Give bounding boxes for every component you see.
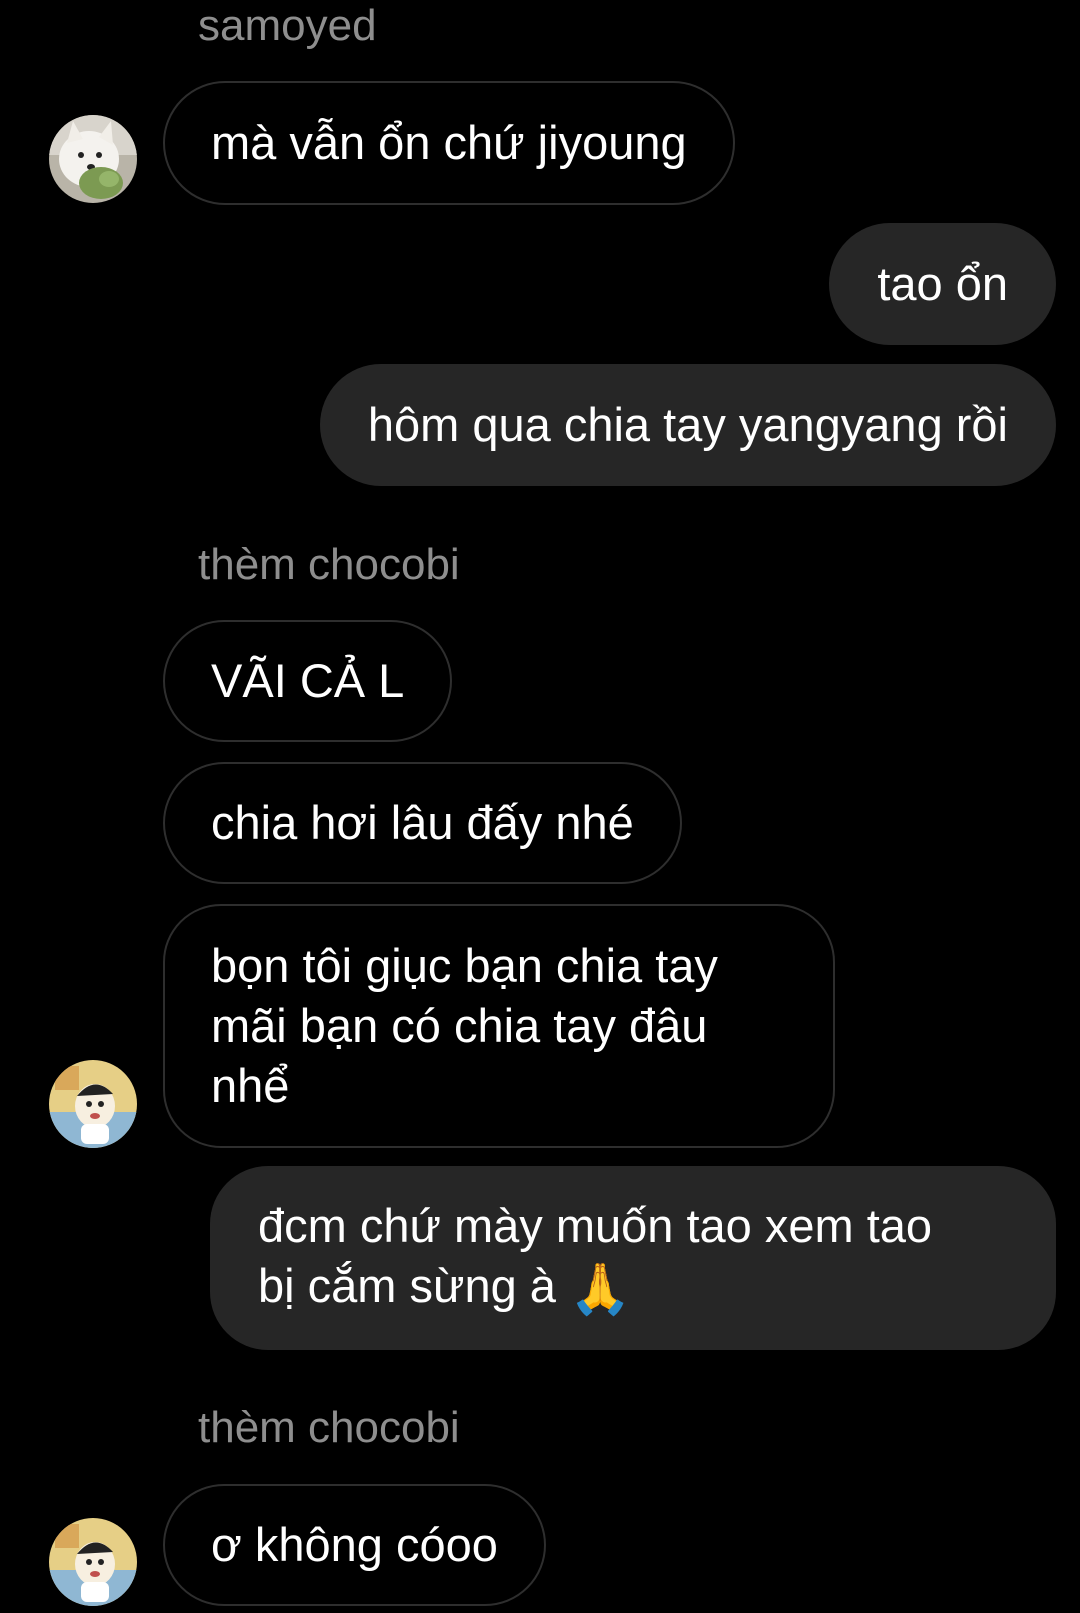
message-bubble[interactable]: tao ổn bbox=[829, 223, 1056, 345]
message-bubble[interactable]: mà vẫn ổn chứ jiyoung bbox=[163, 81, 735, 205]
message-text-line: mãi bạn có chia tay đâu bbox=[211, 999, 708, 1052]
avatar-them-chocobi[interactable] bbox=[49, 1060, 137, 1148]
folded-hands-icon: 🙏 bbox=[569, 1261, 632, 1317]
message-text: mà vẫn ổn chứ jiyoung bbox=[211, 116, 687, 169]
message-bubble[interactable]: bọn tôi giục bạn chia tay mãi bạn có chi… bbox=[163, 904, 835, 1148]
message-text-line: nhể bbox=[211, 1059, 290, 1112]
message-bubble[interactable]: VÃI CẢ L bbox=[163, 620, 453, 742]
message-text: chia hơi lâu đấy nhé bbox=[211, 796, 634, 849]
message-text: hôm qua chia tay yangyang rồi bbox=[367, 398, 1008, 451]
message-text: tao ổn bbox=[877, 257, 1008, 310]
sender-name-samoyed: samoyed bbox=[198, 1, 377, 50]
message-bubble[interactable]: hôm qua chia tay yangyang rồi bbox=[319, 364, 1056, 486]
message-text: ơ không cóoo bbox=[211, 1518, 498, 1571]
cartoon-avatar-icon bbox=[49, 1518, 137, 1606]
message-bubble[interactable]: ơ không cóoo bbox=[163, 1484, 546, 1606]
dog-avatar-icon bbox=[49, 115, 137, 203]
message-bubble[interactable]: đcm chứ mày muốn tao xem tao bị cắm sừng… bbox=[210, 1166, 1056, 1350]
avatar-them-chocobi[interactable] bbox=[49, 1518, 137, 1606]
message-text-line: đcm chứ mày muốn tao xem tao bbox=[258, 1199, 933, 1252]
message-text-line: bị cắm sừng à bbox=[258, 1259, 556, 1312]
cartoon-avatar-icon bbox=[49, 1060, 137, 1148]
sender-name-them-chocobi: thèm chocobi bbox=[198, 1403, 460, 1452]
message-bubble[interactable]: chia hơi lâu đấy nhé bbox=[163, 762, 682, 884]
avatar-samoyed[interactable] bbox=[49, 115, 137, 203]
message-text: VÃI CẢ L bbox=[211, 654, 405, 707]
sender-name-them-chocobi: thèm chocobi bbox=[198, 540, 460, 589]
message-text-line: bọn tôi giục bạn chia tay bbox=[211, 939, 718, 992]
